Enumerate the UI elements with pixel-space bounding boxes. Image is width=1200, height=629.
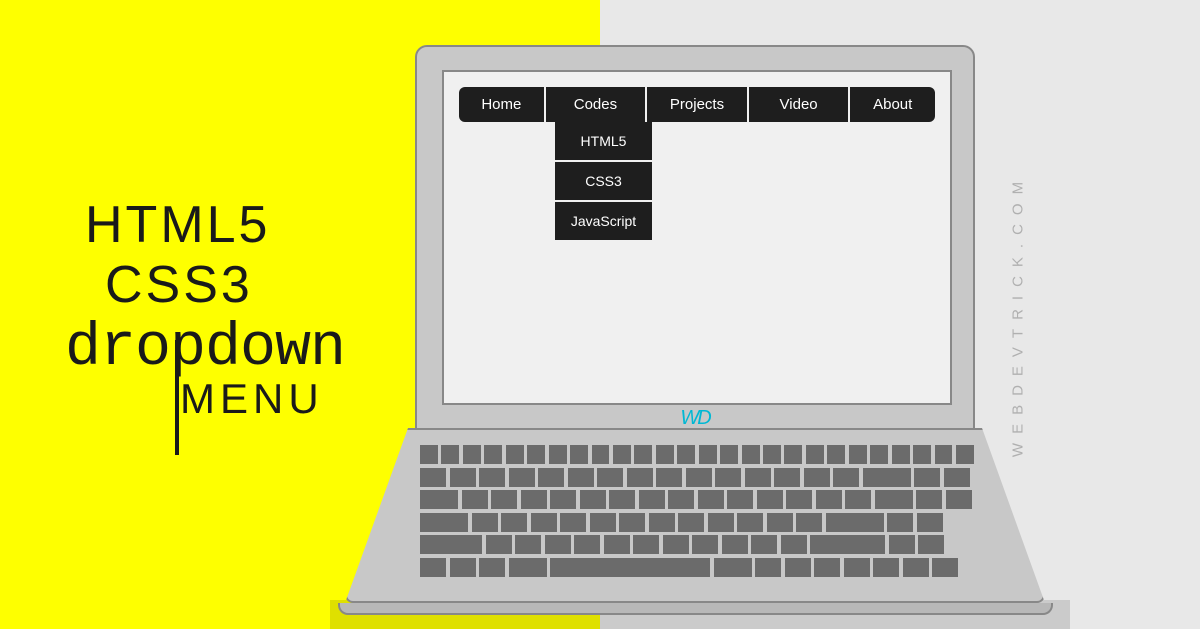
nav-item-projects[interactable]: Projects <box>647 87 747 122</box>
nav-item-codes[interactable]: Codes <box>546 87 646 122</box>
laptop-illustration: Home Codes Projects Video About HTML5 CS… <box>345 45 1045 615</box>
laptop-screen-bezel: Home Codes Projects Video About HTML5 CS… <box>415 45 975 440</box>
dropdown-item-javascript[interactable]: JavaScript <box>555 202 652 240</box>
keyboard-deck <box>345 428 1045 603</box>
dropdown-item-html5[interactable]: HTML5 <box>555 122 652 160</box>
laptop-screen: Home Codes Projects Video About HTML5 CS… <box>442 70 952 405</box>
watermark-text: WEBDEVTRICK.COM <box>1009 172 1026 456</box>
dropdown-item-css3[interactable]: CSS3 <box>555 162 652 200</box>
title-menu: MENU <box>180 375 345 423</box>
title-html5: HTML5 <box>85 195 345 255</box>
dropdown-menu: HTML5 CSS3 JavaScript <box>555 122 652 242</box>
nav-item-video[interactable]: Video <box>749 87 849 122</box>
title-vertical-bar <box>175 340 179 455</box>
nav-item-about[interactable]: About <box>850 87 935 122</box>
nav-item-home[interactable]: Home <box>459 87 544 122</box>
laptop-base <box>345 428 1045 615</box>
title-css3: CSS3 <box>105 255 345 315</box>
title-dropdown: dropdown <box>65 315 345 383</box>
wd-logo: WD <box>680 407 709 430</box>
title-block: HTML5 CSS3 dropdown MENU <box>65 195 345 423</box>
navigation-bar: Home Codes Projects Video About <box>459 87 935 122</box>
laptop-front-edge <box>338 603 1053 615</box>
keyboard <box>420 445 974 580</box>
